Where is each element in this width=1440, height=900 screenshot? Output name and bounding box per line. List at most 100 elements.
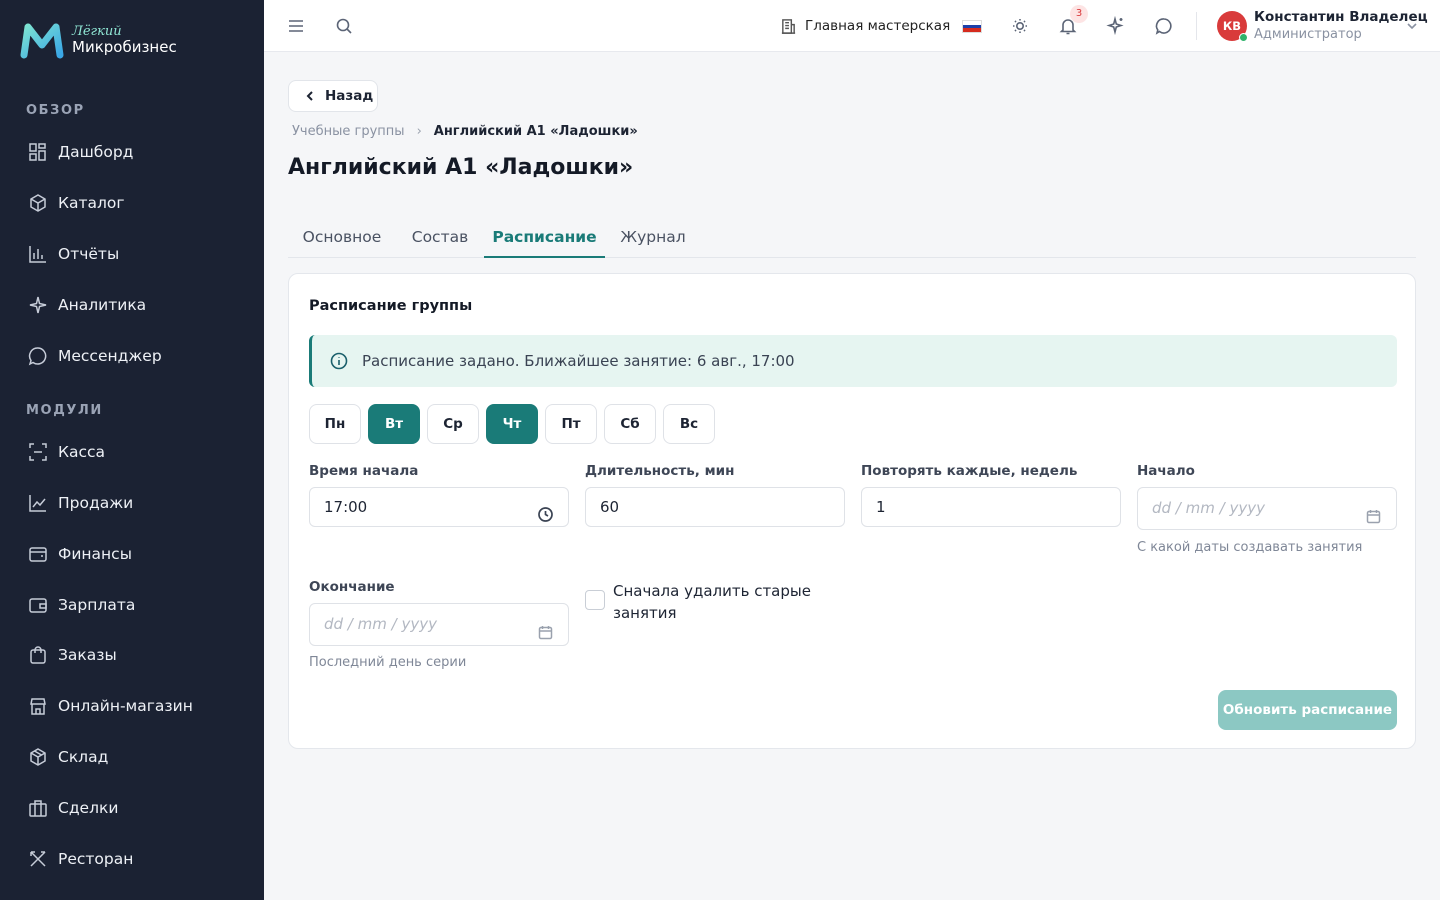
dashboard-icon <box>29 143 46 161</box>
sidebar-item-warehouse[interactable]: Склад <box>28 742 108 772</box>
user-menu-toggle[interactable] <box>1405 18 1419 32</box>
language-flag-ru[interactable] <box>962 20 982 33</box>
workshop-selector[interactable]: Главная мастерская <box>780 14 950 38</box>
day-toggle-mon[interactable]: Пн <box>309 404 361 444</box>
sidebar-item-store[interactable]: Онлайн-магазин <box>28 691 193 721</box>
sparkle-icon <box>1106 15 1124 36</box>
duration-label: Длительность, мин <box>585 463 735 479</box>
brand-logo[interactable]: Лёгкий Микробизнес <box>20 20 177 60</box>
sidebar-item-catalog[interactable]: Каталог <box>28 188 125 218</box>
finance-icon <box>29 547 47 562</box>
sidebar-item-label: Онлайн-магазин <box>58 697 193 715</box>
sidebar-item-label: Каталог <box>58 194 125 212</box>
messenger-icon <box>28 347 47 366</box>
start-date-input[interactable]: dd / mm / yyyy <box>1137 487 1397 530</box>
search-icon <box>336 18 352 34</box>
store-icon <box>30 698 46 715</box>
day-toggle-fri[interactable]: Пт <box>545 404 597 444</box>
section-label-overview: ОБЗОР <box>26 103 85 118</box>
calendar-icon[interactable] <box>1365 500 1382 524</box>
user-role: Администратор <box>1254 27 1362 42</box>
building-icon <box>781 18 796 34</box>
delete-old-checkbox[interactable] <box>585 590 605 610</box>
schedule-card: Расписание группы Расписание задано. Бли… <box>288 273 1416 749</box>
day-toggle-tue[interactable]: Вт <box>368 404 420 444</box>
restaurant-icon <box>30 851 46 867</box>
back-label: Назад <box>325 88 374 104</box>
sidebar-item-messenger[interactable]: Мессенджер <box>28 341 162 371</box>
menu-toggle-button[interactable] <box>286 16 306 36</box>
sidebar-item-label: Сделки <box>58 799 119 817</box>
clock-icon[interactable] <box>537 499 554 522</box>
sidebar-item-label: Финансы <box>58 545 132 563</box>
sidebar-item-label: Продажи <box>58 494 134 512</box>
calendar-icon[interactable] <box>537 616 554 640</box>
end-date-label: Окончание <box>309 579 395 595</box>
deals-icon <box>29 800 47 817</box>
sidebar-item-label: Аналитика <box>58 296 147 314</box>
tab-schedule[interactable]: Расписание <box>484 220 605 258</box>
sidebar: Лёгкий Микробизнес ОБЗОР Дашборд Каталог… <box>0 0 264 900</box>
sales-icon <box>29 495 46 512</box>
sidebar-item-sales[interactable]: Продажи <box>28 488 133 518</box>
sidebar-item-finance[interactable]: Финансы <box>28 539 132 569</box>
workshop-name: Главная мастерская <box>805 18 951 34</box>
tabs: Основное Состав Расписание Журнал <box>288 220 1416 258</box>
theme-toggle-button[interactable] <box>1010 16 1030 36</box>
repeat-weeks-input[interactable]: 1 <box>861 487 1121 527</box>
sidebar-item-dashboard[interactable]: Дашборд <box>28 137 133 167</box>
sidebar-item-restaurant[interactable]: Ресторан <box>28 844 133 874</box>
sidebar-item-reports[interactable]: Отчёты <box>28 239 119 269</box>
day-toggle-sat[interactable]: Сб <box>604 404 656 444</box>
breadcrumb-link-groups[interactable]: Учебные группы <box>292 124 405 139</box>
repeat-weeks-value: 1 <box>876 498 886 516</box>
sidebar-item-deals[interactable]: Сделки <box>28 793 118 823</box>
tab-journal[interactable]: Журнал <box>605 220 701 258</box>
end-date-input[interactable]: dd / mm / yyyy <box>309 603 569 646</box>
search-button[interactable] <box>334 16 354 36</box>
delete-old-label[interactable]: Сначала удалить старые занятия <box>613 580 833 624</box>
sidebar-item-label: Отчёты <box>58 245 120 263</box>
day-toggle-wed[interactable]: Ср <box>427 404 479 444</box>
start-date-placeholder: dd / mm / yyyy <box>1152 499 1265 517</box>
end-date-hint: Последний день серии <box>309 655 467 670</box>
back-button[interactable]: Назад <box>288 80 378 112</box>
start-time-input[interactable]: 17:00 <box>309 487 569 527</box>
day-toggle-sun[interactable]: Вс <box>663 404 715 444</box>
repeat-label: Повторять каждые, недель <box>861 463 1078 479</box>
duration-value: 60 <box>600 498 620 516</box>
start-date-label: Начало <box>1137 463 1195 479</box>
update-schedule-button[interactable]: Обновить расписание <box>1218 690 1397 730</box>
end-date-placeholder: dd / mm / yyyy <box>324 615 437 633</box>
warehouse-icon <box>30 748 46 766</box>
tab-main[interactable]: Основное <box>288 220 396 258</box>
breadcrumb: Учебные группы › Английский А1 «Ладошки» <box>292 124 638 139</box>
sidebar-item-label: Касса <box>58 443 106 461</box>
sidebar-item-label: Заказы <box>58 646 117 664</box>
sidebar-item-orders[interactable]: Заказы <box>28 640 117 670</box>
breadcrumb-separator-icon: › <box>416 124 422 139</box>
sidebar-item-analytics[interactable]: Аналитика <box>28 290 146 320</box>
alert-text: Расписание задано. Ближайшее занятие: 6 … <box>362 352 795 370</box>
analytics-icon <box>29 296 47 314</box>
sun-icon <box>1013 19 1027 33</box>
sidebar-item-label: Зарплата <box>58 596 136 614</box>
user-name[interactable]: Константин Владелец <box>1254 9 1428 25</box>
section-label-modules: МОДУЛИ <box>26 403 103 418</box>
tab-members[interactable]: Состав <box>396 220 484 258</box>
page-title: Английский А1 «Ладошки» <box>288 155 634 180</box>
topbar-divider <box>1196 12 1197 40</box>
info-icon <box>330 352 348 370</box>
brand-name: Микробизнес <box>72 38 177 56</box>
duration-input[interactable]: 60 <box>585 487 845 527</box>
breadcrumb-current: Английский А1 «Ладошки» <box>433 124 638 139</box>
sidebar-item-cash[interactable]: Касса <box>28 437 105 467</box>
sidebar-item-salary[interactable]: Зарплата <box>28 590 135 620</box>
brand-tagline: Лёгкий <box>72 24 122 39</box>
topbar: Главная мастерская 3 КВ Константин Владе… <box>264 0 1440 52</box>
start-time-label: Время начала <box>309 463 419 479</box>
day-toggle-thu[interactable]: Чт <box>486 404 538 444</box>
sidebar-item-label: Дашборд <box>58 143 134 161</box>
messages-button[interactable] <box>1154 16 1174 36</box>
ai-assistant-button[interactable] <box>1106 15 1126 36</box>
